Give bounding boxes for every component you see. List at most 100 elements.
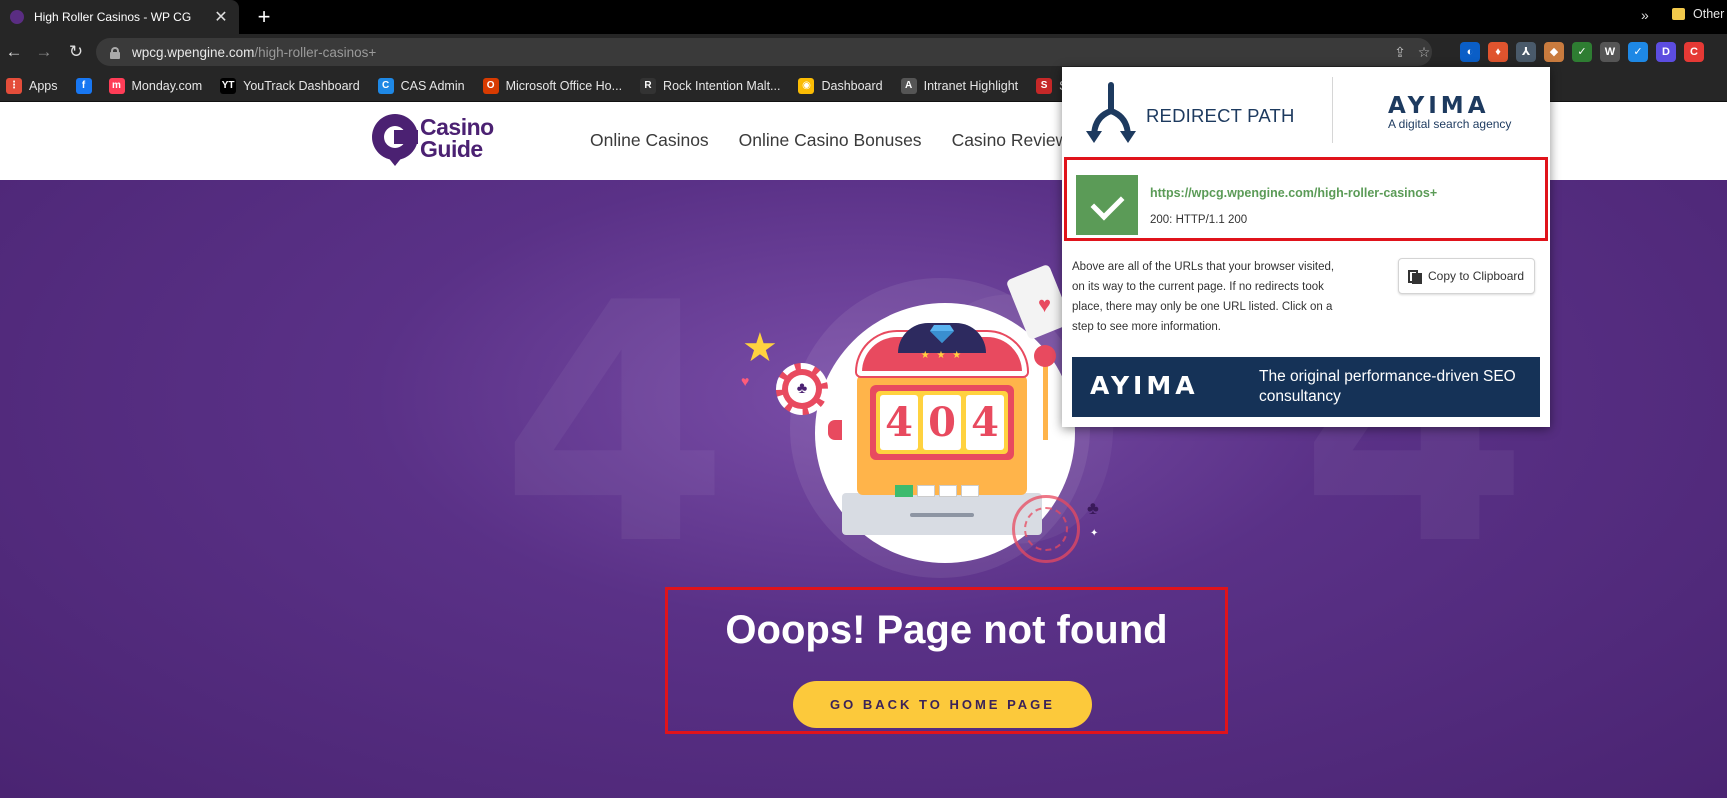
close-tab-icon[interactable]: ✕ (213, 7, 229, 27)
popup-description: Above are all of the URLs that your brow… (1072, 261, 1335, 333)
bookmark-label: Monday.com (131, 78, 203, 93)
fox-icon[interactable]: ◆ (1544, 42, 1564, 62)
machine-button-green (895, 485, 913, 497)
bookmark-item[interactable]: C CAS Admin (377, 77, 465, 94)
star-icon: ★ (742, 326, 778, 370)
folder-icon (1672, 8, 1685, 20)
chrome-icon: ◉ (798, 77, 815, 94)
header-divider (1332, 77, 1333, 143)
todo-icon[interactable]: ✓ (1628, 42, 1648, 62)
reel-1: 4 (880, 395, 918, 450)
clipboard-icon (1408, 268, 1422, 284)
machine-buttons (895, 485, 979, 497)
lock-icon[interactable] (110, 46, 120, 59)
lever-ball-icon (1034, 345, 1056, 367)
monday-icon: m (108, 77, 125, 94)
diamond-icon (930, 325, 954, 343)
ayima-tagline: A digital search agency (1388, 117, 1512, 131)
red-ext-icon[interactable]: C (1684, 42, 1704, 62)
error-title: Ooops! Page not found (725, 608, 1168, 652)
banner-logo: AYIMA (1090, 371, 1199, 400)
poker-chip-inner-icon (1024, 507, 1068, 551)
go-home-button[interactable]: GO BACK TO HOME PAGE (793, 681, 1092, 728)
schema-icon: S (1036, 77, 1053, 94)
nav-online-casino-bonuses[interactable]: Online Casino Bonuses (739, 130, 922, 151)
1password-icon[interactable]: ◐ (1460, 42, 1480, 62)
dribbble-icon[interactable]: D (1656, 42, 1676, 62)
rock-icon: R (640, 77, 657, 94)
ayima-banner[interactable]: AYIMA The original performance-driven SE… (1072, 357, 1540, 417)
office-icon: O (482, 77, 499, 94)
other-bookmarks-folder[interactable]: Other (1672, 7, 1724, 21)
main-nav: Online Casinos Online Casino Bonuses Cas… (590, 130, 1077, 151)
intranet-icon: A (900, 77, 917, 94)
bookmark-item[interactable]: R Rock Intention Malt... (640, 77, 780, 94)
logo-text: Casino Guide (420, 114, 494, 162)
browser-tab[interactable]: High Roller Casinos - WP CG ✕ (0, 0, 239, 34)
sparkle-icon: ✦ (1090, 528, 1099, 539)
url-path: /high-roller-casinos+ (254, 44, 377, 60)
side-knob-icon (828, 420, 842, 440)
reel-2: 0 (923, 395, 961, 450)
bookmark-label: Apps (29, 78, 58, 93)
rocket-icon[interactable]: ♦ (1488, 42, 1508, 62)
bookmark-item[interactable]: ⋮ Apps (6, 77, 58, 94)
casino-guide-logo[interactable]: Casino Guide (372, 112, 512, 172)
bookmark-label: CAS Admin (400, 78, 465, 93)
nav-online-casinos[interactable]: Online Casinos (590, 130, 709, 151)
machine-button (939, 485, 957, 497)
bookmark-item[interactable]: A Intranet Highlight (900, 77, 1019, 94)
address-bar[interactable]: wpcg.wpengine.com/high-roller-casinos+ ⇪… (96, 38, 1432, 66)
tab-title: High Roller Casinos - WP CG (34, 10, 192, 24)
other-bookmarks-label: Other (1693, 7, 1725, 21)
checklist-icon[interactable]: ✓ (1572, 42, 1592, 62)
bookmark-item[interactable]: f (75, 77, 99, 94)
card-heart-icon: ♥ (1038, 292, 1052, 317)
copy-button-label: Copy to Clipboard (1428, 269, 1525, 283)
reel-3: 4 (966, 395, 1004, 450)
coin-slot (910, 513, 974, 517)
bookmark-item[interactable]: O Microsoft Office Ho... (482, 77, 623, 94)
bookmark-label: Intranet Highlight (923, 78, 1019, 93)
club-icon: ♣ (1087, 498, 1099, 518)
facebook-icon: f (75, 77, 92, 94)
step-status: 200: HTTP/1.1 200 (1150, 214, 1248, 226)
nav-casino-reviews[interactable]: Casino Reviews (952, 130, 1077, 151)
bookmarks-overflow-button[interactable]: » (1641, 7, 1649, 23)
forward-button[interactable]: → (34, 42, 54, 62)
back-button[interactable]: ← (4, 42, 24, 62)
club-icon: ♣ (788, 375, 816, 403)
ayima-logo[interactable]: AYIMA (1388, 93, 1490, 119)
logo-mark-icon (372, 114, 418, 160)
machine-button (961, 485, 979, 497)
copy-to-clipboard-button[interactable]: Copy to Clipboard (1398, 258, 1535, 294)
bookmark-star-icon[interactable]: ☆ (1416, 44, 1432, 60)
browser-toolbar: ← → ↻ wpcg.wpengine.com/high-roller-casi… (0, 34, 1727, 70)
bookmark-item[interactable]: m Monday.com (108, 77, 203, 94)
redirect-path-popup: REDIRECT PATH AYIMA A digital search age… (1062, 67, 1550, 427)
bookmark-item[interactable]: YT YouTrack Dashboard (220, 77, 360, 94)
wappalyzer-icon[interactable]: W (1600, 42, 1620, 62)
bookmark-label: YouTrack Dashboard (243, 78, 360, 93)
bookmark-item[interactable]: ◉ Dashboard (798, 77, 883, 94)
lever-icon (1043, 360, 1048, 440)
site-favicon-icon (10, 10, 24, 24)
popup-header: REDIRECT PATH AYIMA A digital search age… (1062, 67, 1550, 155)
popup-title: REDIRECT PATH (1146, 105, 1295, 126)
cas-icon: C (377, 77, 394, 94)
logo-line-1: Casino (420, 114, 494, 140)
reels: 4 0 4 (876, 391, 1008, 454)
logo-line-2: Guide (420, 136, 483, 162)
redirect-path-icon[interactable]: ⅄ (1516, 42, 1536, 62)
redirect-step[interactable]: https://wpcg.wpengine.com/high-roller-ca… (1064, 157, 1548, 241)
url-host: wpcg.wpengine.com (132, 44, 255, 60)
checkmark-icon (1076, 175, 1138, 235)
share-icon[interactable]: ⇪ (1392, 44, 1408, 60)
bookmark-label: Microsoft Office Ho... (505, 78, 623, 93)
apps-grid-icon: ⋮ (6, 77, 22, 94)
step-url[interactable]: https://wpcg.wpengine.com/high-roller-ca… (1150, 186, 1437, 200)
reload-button[interactable]: ↻ (66, 42, 86, 62)
banner-text: The original performance-driven SEO cons… (1259, 368, 1516, 405)
heart-icon: ♥ (741, 373, 750, 389)
new-tab-button[interactable]: + (252, 4, 276, 30)
